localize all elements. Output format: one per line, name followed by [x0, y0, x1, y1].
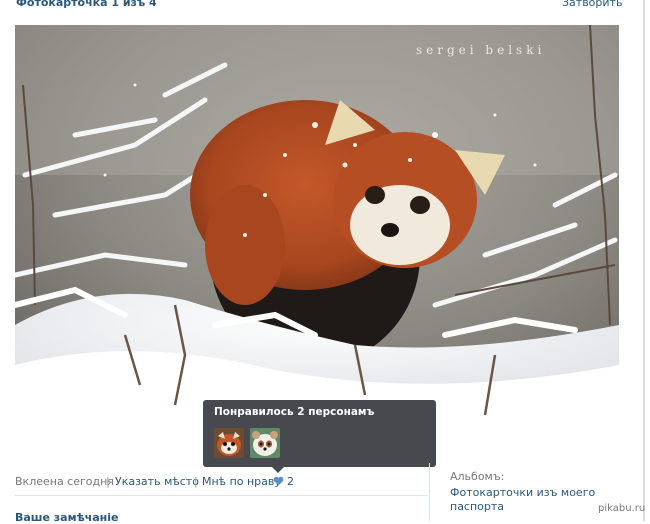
- red-panda-avatar-icon: [214, 428, 244, 458]
- meta-separator: |: [106, 475, 110, 488]
- comments-divider: [15, 495, 428, 496]
- photo-counter-title: Фотокарточка 1 изъ 4: [16, 0, 157, 9]
- like-label[interactable]: Мнѣ по нраву: [202, 475, 281, 488]
- panda-avatar-icon: [250, 428, 280, 458]
- site-watermark: pikabu.ru: [598, 503, 646, 514]
- meta-separator: |: [194, 475, 198, 488]
- close-link[interactable]: Затворить: [562, 0, 622, 9]
- heart-icon: [273, 476, 284, 486]
- tooltip-arrow: [272, 467, 284, 473]
- liker-avatar-panda[interactable]: [250, 428, 280, 458]
- album-label: Альбомъ:: [450, 470, 505, 483]
- likes-tooltip: Понравилось 2 персонамъ: [203, 400, 436, 467]
- column-divider: [429, 463, 430, 521]
- report-location-link[interactable]: Указать мѣсто: [115, 475, 199, 488]
- comment-section-label: Ваше замѣчаніе: [15, 511, 119, 524]
- main-photo[interactable]: sergei belski: [15, 25, 619, 426]
- scrollbar-track[interactable]: [643, 0, 645, 521]
- likes-tooltip-title: Понравилось 2 персонамъ: [214, 406, 375, 418]
- liker-avatar-red-panda[interactable]: [214, 428, 244, 458]
- photographer-watermark: sergei belski: [416, 43, 546, 57]
- album-link[interactable]: Фотокарточки изъ моего паспорта: [450, 486, 600, 514]
- like-count[interactable]: 2: [287, 475, 294, 488]
- posted-date: Вклеена сегодня: [15, 475, 114, 488]
- red-panda-photo: [15, 25, 619, 426]
